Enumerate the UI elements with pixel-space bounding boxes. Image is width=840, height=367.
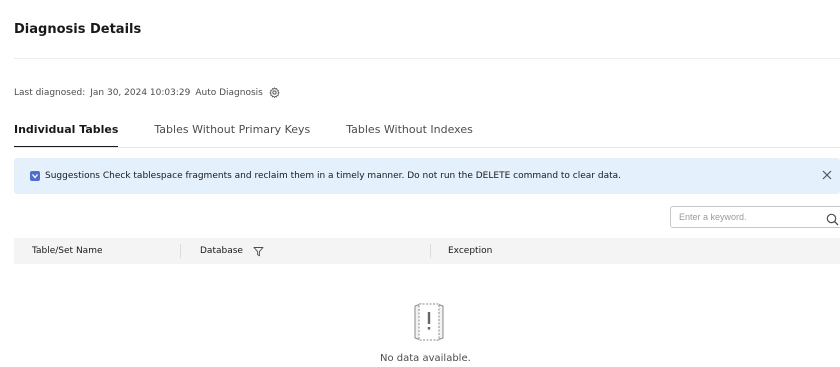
close-icon[interactable] [820, 168, 834, 182]
column-label: Database [200, 246, 243, 256]
filter-icon[interactable] [253, 246, 264, 257]
column-label: Exception [448, 246, 493, 256]
tab-individual-tables[interactable]: Individual Tables [14, 117, 119, 148]
empty-state-text: No data available. [380, 353, 471, 364]
title-divider [14, 58, 840, 59]
tab-tables-without-indexes[interactable]: Tables Without Indexes [346, 117, 473, 148]
alert-text: Suggestions Check tablespace fragments a… [45, 171, 621, 181]
search-icon[interactable] [826, 211, 839, 226]
table-header: Table/Set Name Database Exception [14, 238, 840, 264]
page-title: Diagnosis Details [14, 22, 142, 37]
tabs-divider [14, 147, 840, 148]
column-label: Table/Set Name [32, 246, 103, 256]
tab-tables-without-primary-keys[interactable]: Tables Without Primary Keys [154, 117, 310, 148]
search-input[interactable] [679, 212, 809, 222]
tab-bar: Individual Tables Tables Without Primary… [14, 117, 840, 148]
gear-icon[interactable] [269, 87, 280, 98]
last-diagnosed-value: Jan 30, 2024 10:03:29 [90, 87, 191, 98]
last-diagnosed-label: Last diagnosed: [14, 87, 86, 98]
column-header-table-set-name: Table/Set Name [14, 238, 181, 264]
column-header-database: Database [181, 238, 431, 264]
column-header-exception: Exception [431, 238, 840, 264]
auto-diagnosis-label: Auto Diagnosis [195, 87, 263, 98]
diagnosis-info: Last diagnosed: Jan 30, 2024 10:03:29 Au… [14, 87, 280, 98]
search-box [670, 206, 840, 228]
info-icon [30, 171, 40, 181]
empty-data-icon [409, 300, 449, 344]
suggestion-alert: Suggestions Check tablespace fragments a… [14, 158, 840, 194]
